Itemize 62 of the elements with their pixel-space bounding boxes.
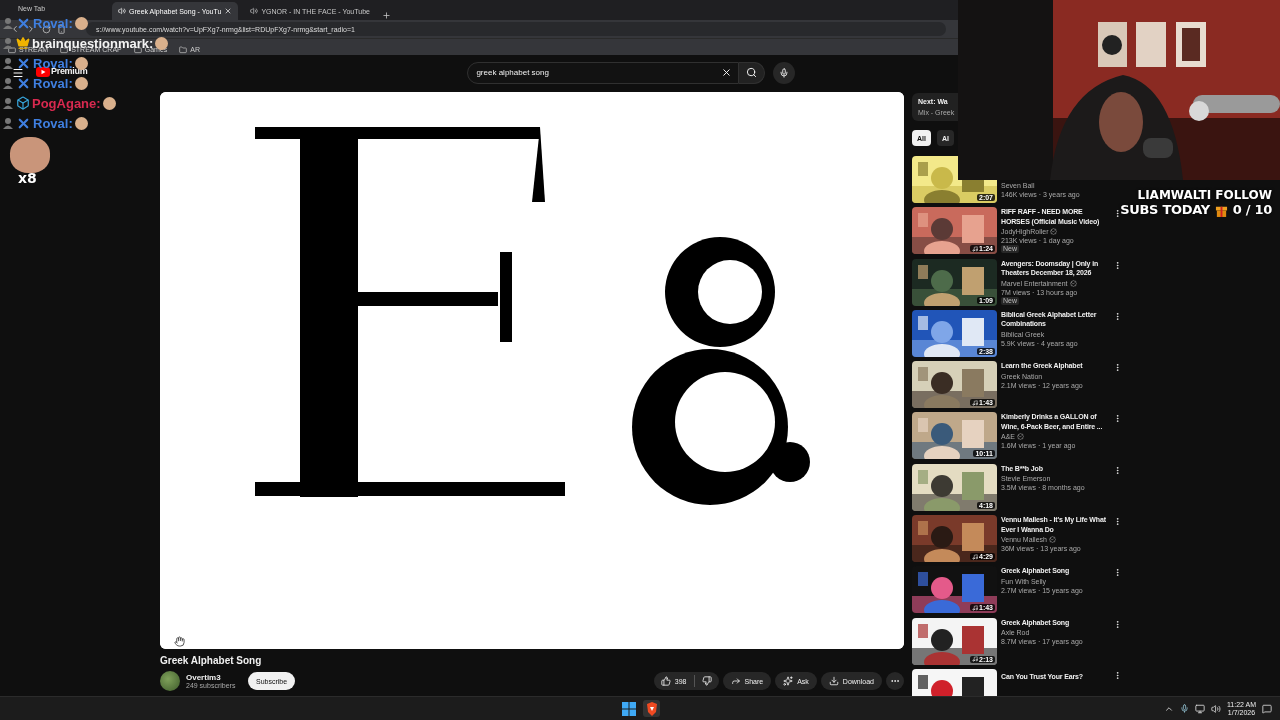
monitor-icon[interactable] xyxy=(1194,703,1205,714)
back-icon[interactable] xyxy=(10,24,20,34)
more-icon[interactable] xyxy=(1113,414,1122,425)
more-icon[interactable] xyxy=(1113,465,1122,476)
clear-icon[interactable] xyxy=(721,67,733,78)
more-icon[interactable] xyxy=(1113,260,1122,271)
subs-goal-label: SUBS TODAY xyxy=(1120,202,1210,217)
more-icon[interactable] xyxy=(1113,619,1122,630)
chat-username: Roval: xyxy=(33,118,73,128)
mic-icon xyxy=(779,67,790,78)
share-icon xyxy=(730,676,741,686)
thumbs-up-icon xyxy=(660,676,671,686)
more-button[interactable] xyxy=(886,672,904,690)
folder-icon xyxy=(8,46,16,54)
combo-count: x8 xyxy=(18,171,37,185)
new-tab-icon[interactable] xyxy=(381,11,391,20)
follow-goal-label: LIAMWALTI FOLLOW xyxy=(1137,188,1272,202)
chat-username: Roval: xyxy=(33,78,73,88)
chat-username: Roval: xyxy=(33,18,73,28)
channel-avatar[interactable] xyxy=(160,671,180,691)
user-silhouette-icon xyxy=(2,17,14,29)
mic-icon[interactable] xyxy=(1179,704,1189,713)
channel-name[interactable]: Overtim3 xyxy=(186,673,248,682)
notification-icon[interactable] xyxy=(1262,703,1272,714)
sparkle-icon xyxy=(783,676,794,686)
video-title: Greek Alphabet Song xyxy=(160,655,263,666)
verified-icon xyxy=(1069,279,1077,287)
verified-icon xyxy=(1050,228,1058,236)
mic-button[interactable] xyxy=(773,61,796,84)
search-field[interactable]: greek alphabet song xyxy=(467,61,740,84)
more-icon[interactable] xyxy=(1113,517,1122,528)
user-silhouette-icon xyxy=(2,57,14,69)
music-note-icon xyxy=(972,604,978,611)
user-silhouette-icon xyxy=(2,77,14,89)
menu-icon[interactable] xyxy=(12,66,24,79)
verified-icon xyxy=(1017,433,1024,441)
more-icon[interactable] xyxy=(1113,670,1122,681)
download-icon xyxy=(828,676,839,686)
more-icon[interactable] xyxy=(1113,311,1122,322)
close-icon[interactable] xyxy=(224,7,233,15)
start-icon[interactable] xyxy=(620,700,637,717)
forward-icon[interactable] xyxy=(26,24,36,34)
speaker-icon xyxy=(118,7,126,15)
more-icon[interactable] xyxy=(1113,363,1122,374)
user-silhouette-icon xyxy=(2,97,14,109)
speaker-icon xyxy=(250,7,259,15)
thumbs-down-icon xyxy=(701,676,712,686)
chat-username: Roval: xyxy=(33,58,73,68)
hand-cursor-icon xyxy=(174,636,185,647)
search-icon xyxy=(746,67,758,78)
search-button[interactable] xyxy=(739,61,766,84)
subs-goal-count: 0 / 10 xyxy=(1232,202,1272,217)
verified-icon xyxy=(1048,536,1056,544)
user-silhouette-icon xyxy=(2,37,14,49)
music-note-icon xyxy=(972,245,978,252)
music-note-icon xyxy=(972,553,978,560)
user-silhouette-icon xyxy=(2,117,14,129)
more-icon[interactable] xyxy=(1113,568,1122,579)
speaker-icon[interactable] xyxy=(1210,703,1221,714)
music-note-icon xyxy=(972,399,978,406)
folder-icon xyxy=(179,46,188,54)
music-note-icon xyxy=(972,656,978,663)
